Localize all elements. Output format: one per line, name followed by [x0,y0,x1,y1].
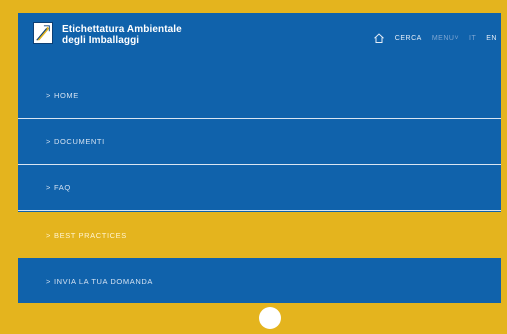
menu-label: MENU [431,34,455,42]
home-icon[interactable] [373,32,385,44]
screen: Etichettatura Ambientale degli Imballagg… [18,13,501,303]
main-menu: > HOME > DOCUMENTI > FAQ > BEST PRACTICE… [18,73,501,303]
menu-item-label: INVIA LA TUA DOMANDA [53,276,153,286]
menu-item-label: FAQ [53,183,71,192]
feather-leaf-logo-icon[interactable] [33,22,53,44]
menu-item-label: DOCUMENTI [53,137,105,146]
tablet-frame: Etichettatura Ambientale degli Imballagg… [0,0,507,334]
brand-title[interactable]: Etichettatura Ambientale degli Imballagg… [62,24,182,46]
menu-item-best-practices[interactable]: > BEST PRACTICES [18,212,501,258]
menu-item-invia-domanda[interactable]: > INVIA LA TUA DOMANDA [18,258,501,303]
menu-item-home[interactable]: > HOME [18,73,501,119]
menu-item-label: BEST PRACTICES [53,230,127,240]
chevron-right-icon: > [46,91,51,100]
chevron-right-icon: > [46,183,51,192]
logo-svg [34,23,52,43]
brand-line-1: Etichettatura Ambientale [62,24,182,35]
chevron-down-icon: ˅ [454,34,460,42]
search-link[interactable]: CERCA [395,35,422,42]
chevron-right-icon: > [46,230,51,240]
menu-item-documenti[interactable]: > DOCUMENTI [18,119,501,165]
language-it-link[interactable]: IT [469,35,476,42]
menu-item-label: HOME [53,91,79,100]
header-nav: CERCA MENU˅ IT EN [373,30,497,46]
menu-item-faq[interactable]: > FAQ [18,165,501,211]
language-en-link[interactable]: EN [486,35,497,42]
brand-line-2: degli Imballaggi [62,35,140,46]
device-home-button[interactable] [259,307,281,329]
site-header: Etichettatura Ambientale degli Imballagg… [18,13,501,73]
chevron-right-icon: > [46,276,51,286]
chevron-right-icon: > [46,137,51,146]
menu-toggle[interactable]: MENU˅ [432,35,459,42]
